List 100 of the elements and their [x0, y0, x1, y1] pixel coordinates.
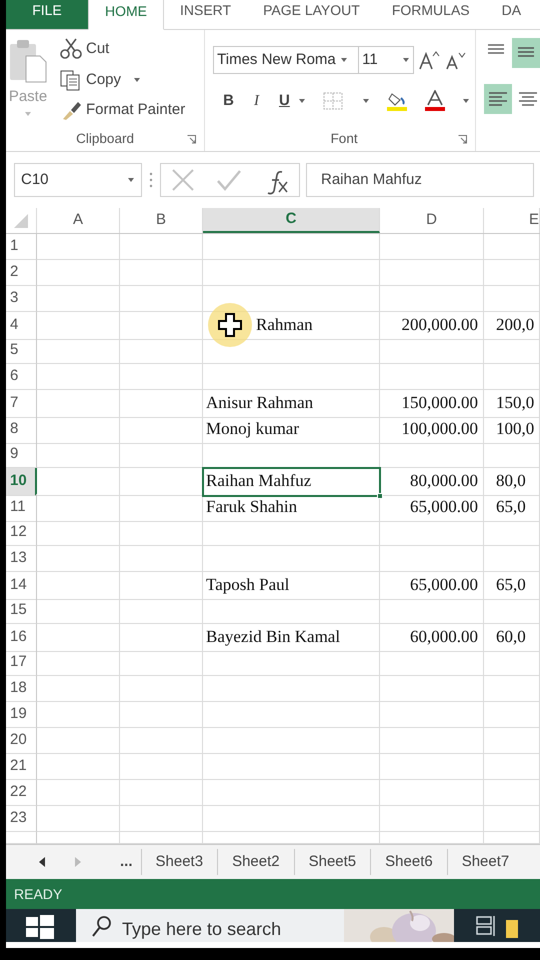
- table-cell[interactable]: [37, 572, 120, 600]
- underline-button[interactable]: U: [276, 90, 292, 112]
- row-header[interactable]: 10: [6, 468, 37, 496]
- table-cell[interactable]: 65,000.00: [380, 572, 484, 600]
- dialog-launcher-icon[interactable]: [458, 135, 467, 144]
- sheet-tab[interactable]: Sheet2: [217, 849, 294, 875]
- selected-cell[interactable]: Raihan Mahfuz: [203, 468, 380, 496]
- font-color-icon[interactable]: [424, 90, 446, 112]
- table-cell[interactable]: [203, 520, 380, 546]
- table-cell[interactable]: [120, 806, 203, 832]
- table-cell[interactable]: [484, 338, 540, 364]
- more-sheets-button[interactable]: ...: [106, 849, 141, 875]
- table-cell[interactable]: [37, 364, 120, 390]
- table-cell[interactable]: [484, 806, 540, 832]
- column-header[interactable]: C: [203, 208, 380, 233]
- table-cell[interactable]: [203, 598, 380, 624]
- table-cell[interactable]: [203, 364, 380, 390]
- font-size-field[interactable]: 11: [358, 46, 414, 74]
- table-cell[interactable]: 100,000.00: [380, 416, 484, 444]
- sheet-tab[interactable]: Sheet3: [140, 849, 218, 875]
- table-cell[interactable]: [203, 260, 380, 286]
- table-cell[interactable]: [37, 260, 120, 286]
- table-cell[interactable]: [380, 442, 484, 468]
- sheet-tab[interactable]: Sheet6: [370, 849, 447, 875]
- table-cell[interactable]: [120, 650, 203, 676]
- table-cell[interactable]: 80,0: [484, 468, 540, 496]
- row-header[interactable]: 13: [6, 546, 37, 572]
- fill-handle[interactable]: [377, 492, 383, 498]
- column-header[interactable]: A: [37, 208, 120, 233]
- table-cell[interactable]: [120, 624, 203, 652]
- table-cell[interactable]: [484, 520, 540, 546]
- row-header[interactable]: 3: [6, 286, 37, 312]
- table-cell[interactable]: [37, 728, 120, 754]
- table-cell[interactable]: [120, 312, 203, 340]
- table-cell[interactable]: [484, 442, 540, 468]
- table-cell[interactable]: [120, 676, 203, 702]
- cancel-icon[interactable]: [171, 168, 196, 192]
- table-cell[interactable]: [37, 234, 120, 260]
- ribbon-tab[interactable]: FORMULAS: [376, 0, 486, 29]
- table-cell[interactable]: [120, 754, 203, 780]
- name-box[interactable]: C10: [14, 163, 142, 197]
- table-cell[interactable]: 200,000.00: [380, 312, 484, 340]
- table-cell[interactable]: [120, 416, 203, 444]
- table-cell[interactable]: [120, 338, 203, 364]
- decrease-font-icon[interactable]: [444, 50, 466, 70]
- table-cell[interactable]: [37, 442, 120, 468]
- table-cell[interactable]: [37, 338, 120, 364]
- table-cell[interactable]: 150,000.00: [380, 390, 484, 418]
- table-cell[interactable]: 65,0: [484, 494, 540, 522]
- row-header[interactable]: 21: [6, 754, 37, 780]
- row-header[interactable]: 16: [6, 624, 37, 652]
- table-cell[interactable]: [203, 754, 380, 780]
- table-cell[interactable]: [380, 754, 484, 780]
- table-cell[interactable]: Monoj kumar: [203, 416, 380, 444]
- table-cell[interactable]: [203, 650, 380, 676]
- table-cell[interactable]: 60,000.00: [380, 624, 484, 652]
- row-header[interactable]: 7: [6, 390, 37, 418]
- row-header[interactable]: 8: [6, 416, 37, 444]
- table-cell[interactable]: [37, 286, 120, 312]
- table-cell[interactable]: [120, 728, 203, 754]
- column-header[interactable]: E: [484, 208, 540, 233]
- table-cell[interactable]: [120, 780, 203, 806]
- dialog-launcher-icon[interactable]: [187, 135, 196, 144]
- table-cell[interactable]: [120, 442, 203, 468]
- table-cell[interactable]: [380, 806, 484, 832]
- table-cell[interactable]: [120, 390, 203, 418]
- ribbon-tab[interactable]: PAGE LAYOUT: [247, 0, 376, 29]
- align-left-icon[interactable]: [484, 84, 512, 114]
- table-cell[interactable]: [484, 650, 540, 676]
- table-cell[interactable]: [37, 598, 120, 624]
- table-cell[interactable]: [380, 702, 484, 728]
- table-cell[interactable]: [37, 676, 120, 702]
- table-cell[interactable]: [203, 806, 380, 832]
- row-header[interactable]: 5: [6, 338, 37, 364]
- row-header[interactable]: 6: [6, 364, 37, 390]
- table-cell[interactable]: [380, 338, 484, 364]
- align-middle-icon[interactable]: [512, 38, 540, 68]
- file-tab[interactable]: FILE: [6, 0, 88, 29]
- font-name-field[interactable]: Times New Roma: [213, 46, 360, 74]
- table-cell[interactable]: [484, 260, 540, 286]
- table-cell[interactable]: 65,0: [484, 572, 540, 600]
- row-header[interactable]: 22: [6, 780, 37, 806]
- table-cell[interactable]: [203, 780, 380, 806]
- table-cell[interactable]: 60,0: [484, 624, 540, 652]
- search-field[interactable]: Type here to search: [76, 909, 344, 942]
- table-cell[interactable]: [380, 546, 484, 572]
- table-cell[interactable]: [120, 598, 203, 624]
- enter-icon[interactable]: [216, 168, 242, 192]
- table-cell[interactable]: [203, 234, 380, 260]
- table-cell[interactable]: [484, 728, 540, 754]
- table-cell[interactable]: [203, 702, 380, 728]
- increase-font-icon[interactable]: [418, 50, 440, 70]
- bold-button[interactable]: B: [221, 90, 236, 112]
- table-cell[interactable]: 100,0: [484, 416, 540, 444]
- table-cell[interactable]: [484, 364, 540, 390]
- row-header[interactable]: 4: [6, 312, 37, 340]
- table-cell[interactable]: [37, 390, 120, 418]
- table-cell[interactable]: [37, 650, 120, 676]
- ribbon-tab[interactable]: INSERT: [164, 0, 248, 29]
- table-cell[interactable]: Rahman: [203, 312, 380, 340]
